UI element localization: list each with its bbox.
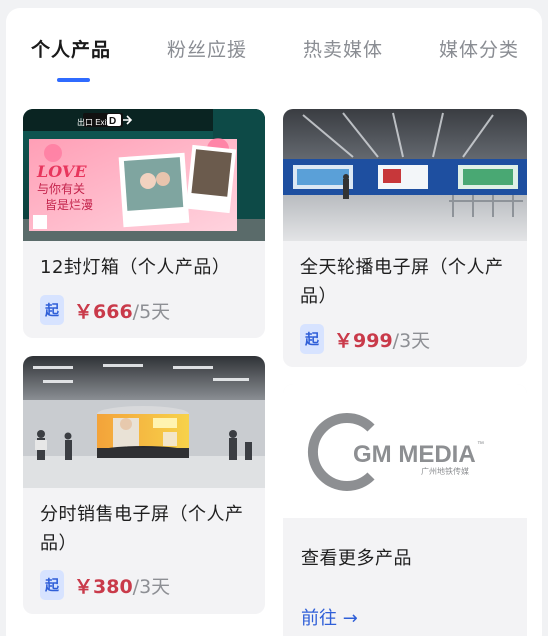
exit-sign-letter: D [109,116,116,127]
logo-subtext: 广州地铁传媒 [421,466,469,476]
price-value: ￥380 [74,575,133,598]
product-image-timeshare-screen [23,356,265,488]
logo-tm: ™ [477,441,484,448]
product-title: 12封灯箱（个人产品） [40,257,231,278]
product-card-lightbox[interactable]: 出口 Exit D LOVE 与你有关 皆是烂漫 12封灯箱（个人产品） 起 ￥… [23,109,265,338]
price-unit: /3天 [132,575,171,598]
more-products-card[interactable]: GM MEDIA ™ 广州地铁传媒 查看更多产品 前往 → [283,384,527,636]
product-panel: 个人产品 粉丝应援 热卖媒体 媒体分类 出口 Exit D LOVE 与你有关 … [6,8,542,636]
poster-line2: 皆是烂漫 [45,198,93,212]
from-badge: 起 [40,570,64,600]
category-tabs: 个人产品 粉丝应援 热卖媒体 媒体分类 [6,8,542,98]
product-image-lightbox: 出口 Exit D LOVE 与你有关 皆是烂漫 [23,109,265,241]
exit-sign-text: 出口 Exit [77,117,109,127]
tab-media-category[interactable]: 媒体分类 [439,35,519,62]
price-unit: /5天 [132,300,171,323]
product-card-allday-screen[interactable]: 全天轮播电子屏（个人产品） 起 ￥999 /3天 [283,109,527,367]
price-row: 起 ￥666 /5天 [40,295,170,325]
price-unit: /3天 [392,329,431,352]
more-products-label: 查看更多产品 [301,548,412,569]
from-badge: 起 [40,295,64,325]
poster-love-text: LOVE [36,162,87,181]
price-row: 起 ￥999 /3天 [300,324,430,354]
from-badge: 起 [300,324,324,354]
product-image-allday-screen [283,109,527,241]
tab-personal-products[interactable]: 个人产品 [31,35,111,62]
logo-text: GM MEDIA [353,441,476,468]
go-link[interactable]: 前往 → [301,604,358,630]
price-row: 起 ￥380 /3天 [40,570,170,600]
product-card-timeshare-screen[interactable]: 分时销售电子屏（个人产品） 起 ￥380 /3天 [23,356,265,614]
active-tab-indicator [57,78,90,82]
product-title: 全天轮播电子屏（个人产品） [300,257,504,307]
tab-hot-media[interactable]: 热卖媒体 [303,35,383,62]
price-value: ￥999 [334,329,393,352]
poster-line1: 与你有关 [37,182,85,196]
product-title: 分时销售电子屏（个人产品） [40,504,244,554]
tab-fan-support[interactable]: 粉丝应援 [167,35,247,62]
gm-media-logo: GM MEDIA ™ 广州地铁传媒 [283,384,527,518]
price-value: ￥666 [74,300,133,323]
